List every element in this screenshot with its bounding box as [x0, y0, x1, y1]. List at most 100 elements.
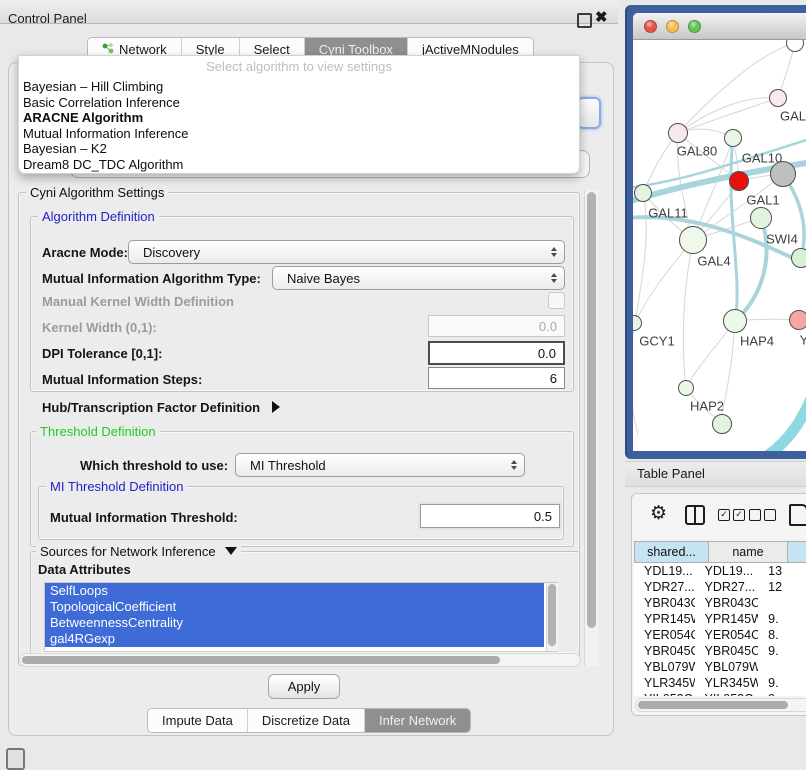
gear-icon[interactable]: ⚙ — [650, 502, 667, 524]
combo-stepper-icon — [511, 460, 517, 470]
node-salmon-label: Y — [800, 333, 806, 348]
bottom-tab-impute-data[interactable]: Impute Data — [148, 709, 248, 732]
table-horizontal-scrollbar[interactable] — [635, 698, 806, 712]
algorithm-option-mutual-information-inference[interactable]: Mutual Information Inference — [19, 126, 579, 142]
bottom-tabs: Impute Data Discretize DataInfer Network — [147, 708, 471, 733]
settings-vertical-scrollbar[interactable] — [584, 190, 598, 666]
attribute-item-topologicalcoefficient[interactable]: TopologicalCoefficient — [45, 599, 544, 615]
algorithm-option-bayesian-k2[interactable]: Bayesian – K2 — [19, 141, 579, 157]
bottom-tab-discretize-data[interactable]: Discretize Data — [248, 709, 365, 732]
sources-group-title: Sources for Network Inference — [40, 544, 216, 559]
algorithm-definition-title: Algorithm Definition — [38, 209, 159, 224]
node-gray[interactable] — [770, 161, 796, 187]
kernel-width-label: Kernel Width (0,1): — [42, 320, 157, 335]
table-cell: YDR27... — [634, 579, 695, 595]
node-gal-clip[interactable] — [769, 89, 787, 107]
attributes-list-scrollbar[interactable] — [546, 583, 558, 651]
table-hscroll-thumb[interactable] — [638, 701, 788, 709]
table-cell: 13 — [758, 563, 806, 579]
column-header-shared[interactable]: shared... — [634, 541, 709, 563]
column-header-name[interactable]: name — [709, 541, 788, 563]
network-window-titlebar[interactable] — [633, 13, 806, 40]
attribute-item-betweennesscentrality[interactable]: BetweennessCentrality — [45, 615, 544, 631]
minimize-traffic-light[interactable] — [666, 20, 679, 33]
network-canvas[interactable]: GALGAL80GAL10GAL1GAL11GAL4SWI4GCY1HAP4YH… — [633, 40, 806, 451]
node-gal80[interactable] — [668, 123, 688, 143]
manual-kernel-checkbox[interactable] — [548, 292, 565, 309]
chevron-down-icon — [225, 547, 237, 555]
mi-algorithm-type-combobox[interactable]: Naive Bayes — [272, 266, 565, 290]
table-cell: 9. — [758, 611, 806, 627]
aracne-mode-combobox[interactable]: Discovery — [128, 240, 565, 264]
kernel-width-field[interactable]: 0.0 — [428, 315, 565, 337]
settings-horizontal-scrollbar[interactable] — [19, 653, 581, 667]
sources-group-toggle[interactable]: Sources for Network Inference — [36, 544, 241, 559]
table-row[interactable]: YBR045CYBR045C9. — [634, 643, 806, 659]
table-row[interactable]: YDL19...YDL19...13 — [634, 563, 806, 579]
table-row[interactable]: YIL052CYIL052C9. — [634, 691, 806, 696]
inference-algorithm-combobox-fragment[interactable] — [577, 97, 601, 129]
zoom-traffic-light[interactable] — [688, 20, 701, 33]
table-cell: YER054C — [634, 627, 695, 643]
column-header-a[interactable]: A — [788, 541, 806, 563]
algorithm-select-popup: Select algorithm to view settings Bayesi… — [18, 55, 580, 174]
mi-steps-field[interactable]: 6 — [428, 367, 565, 389]
node-hap4[interactable] — [723, 309, 747, 333]
attribute-item-gal4rgexp[interactable]: gal4RGexp — [45, 631, 544, 647]
node-gal11-label: GAL11 — [648, 206, 688, 221]
table-row[interactable]: YPR145WYPR145W9. — [634, 611, 806, 627]
aracne-mode-label: Aracne Mode: — [42, 245, 128, 260]
deselect-all-columns-icon[interactable] — [749, 509, 776, 521]
table-row[interactable]: YER054CYER054C8. — [634, 627, 806, 643]
close-traffic-light[interactable] — [644, 20, 657, 33]
chevron-right-icon — [272, 401, 280, 413]
node-hap2[interactable] — [678, 380, 694, 396]
bottom-tab-impute-data-label: Impute Data — [162, 713, 233, 728]
table-cell: 8. — [758, 627, 806, 643]
algorithm-option-bayesian-hill-climbing[interactable]: Bayesian – Hill Climbing — [19, 79, 579, 95]
node-gal4[interactable] — [679, 226, 707, 254]
table-row[interactable]: YBR043CYBR043C — [634, 595, 806, 611]
algorithm-option-aracne-algorithm[interactable]: ARACNE Algorithm — [19, 110, 579, 126]
node-gal1[interactable] — [729, 171, 749, 191]
panel-corner-icon[interactable] — [6, 748, 25, 770]
settings-scroll-thumb[interactable] — [587, 192, 596, 628]
table-cell: YBR045C — [695, 643, 759, 659]
which-threshold-combobox[interactable]: MI Threshold — [235, 453, 525, 477]
node-gal11[interactable] — [634, 184, 652, 202]
close-icon[interactable]: ✖ — [595, 8, 608, 26]
algorithm-option-basic-correlation-inference[interactable]: Basic Correlation Inference — [19, 95, 579, 111]
node-hap4-label: HAP4 — [740, 334, 774, 349]
table-cell: YIL052C — [634, 691, 695, 696]
attributes-scroll-thumb[interactable] — [548, 584, 556, 646]
threshold-definition-title: Threshold Definition — [36, 424, 160, 439]
node-salmon[interactable] — [789, 310, 806, 330]
apply-button[interactable]: Apply — [268, 674, 340, 699]
table-cell: 9. — [758, 691, 806, 696]
table-cell: YIL052C — [695, 691, 759, 696]
mi-threshold-field[interactable]: 0.5 — [420, 504, 560, 528]
dpi-tolerance-field[interactable]: 0.0 — [428, 341, 565, 365]
float-window-icon[interactable] — [577, 13, 592, 28]
select-all-columns-icon[interactable]: ✓✓ — [718, 509, 745, 521]
table-row[interactable]: YBL079WYBL079W — [634, 659, 806, 675]
node-swi4[interactable] — [750, 207, 772, 229]
node-gal10[interactable] — [724, 129, 742, 147]
settings-hscroll-thumb[interactable] — [22, 656, 500, 664]
table-cell: YDL19... — [695, 563, 759, 579]
columns-icon[interactable] — [685, 505, 705, 525]
bottom-tab-infer-network[interactable]: Infer Network — [365, 709, 470, 732]
algorithm-option-dream8-dc-tdc-algorithm[interactable]: Dream8 DC_TDC Algorithm — [19, 157, 579, 173]
combo-stepper-icon — [551, 273, 557, 283]
table-cell: YPR145W — [634, 611, 695, 627]
table-cell: YBL079W — [695, 659, 759, 675]
node-bottom[interactable] — [712, 414, 732, 434]
attribute-item-selfloops[interactable]: SelfLoops — [45, 583, 544, 599]
algorithm-list: Bayesian – Hill ClimbingBasic Correlatio… — [19, 79, 579, 172]
export-table-icon[interactable] — [789, 504, 806, 526]
table-cell — [758, 659, 806, 675]
hub-section-toggle[interactable]: Hub/Transcription Factor Definition — [42, 400, 280, 415]
table-row[interactable]: YDR27...YDR27...12 — [634, 579, 806, 595]
table-row[interactable]: YLR345WYLR345W9. — [634, 675, 806, 691]
node-green-right[interactable] — [791, 248, 806, 268]
